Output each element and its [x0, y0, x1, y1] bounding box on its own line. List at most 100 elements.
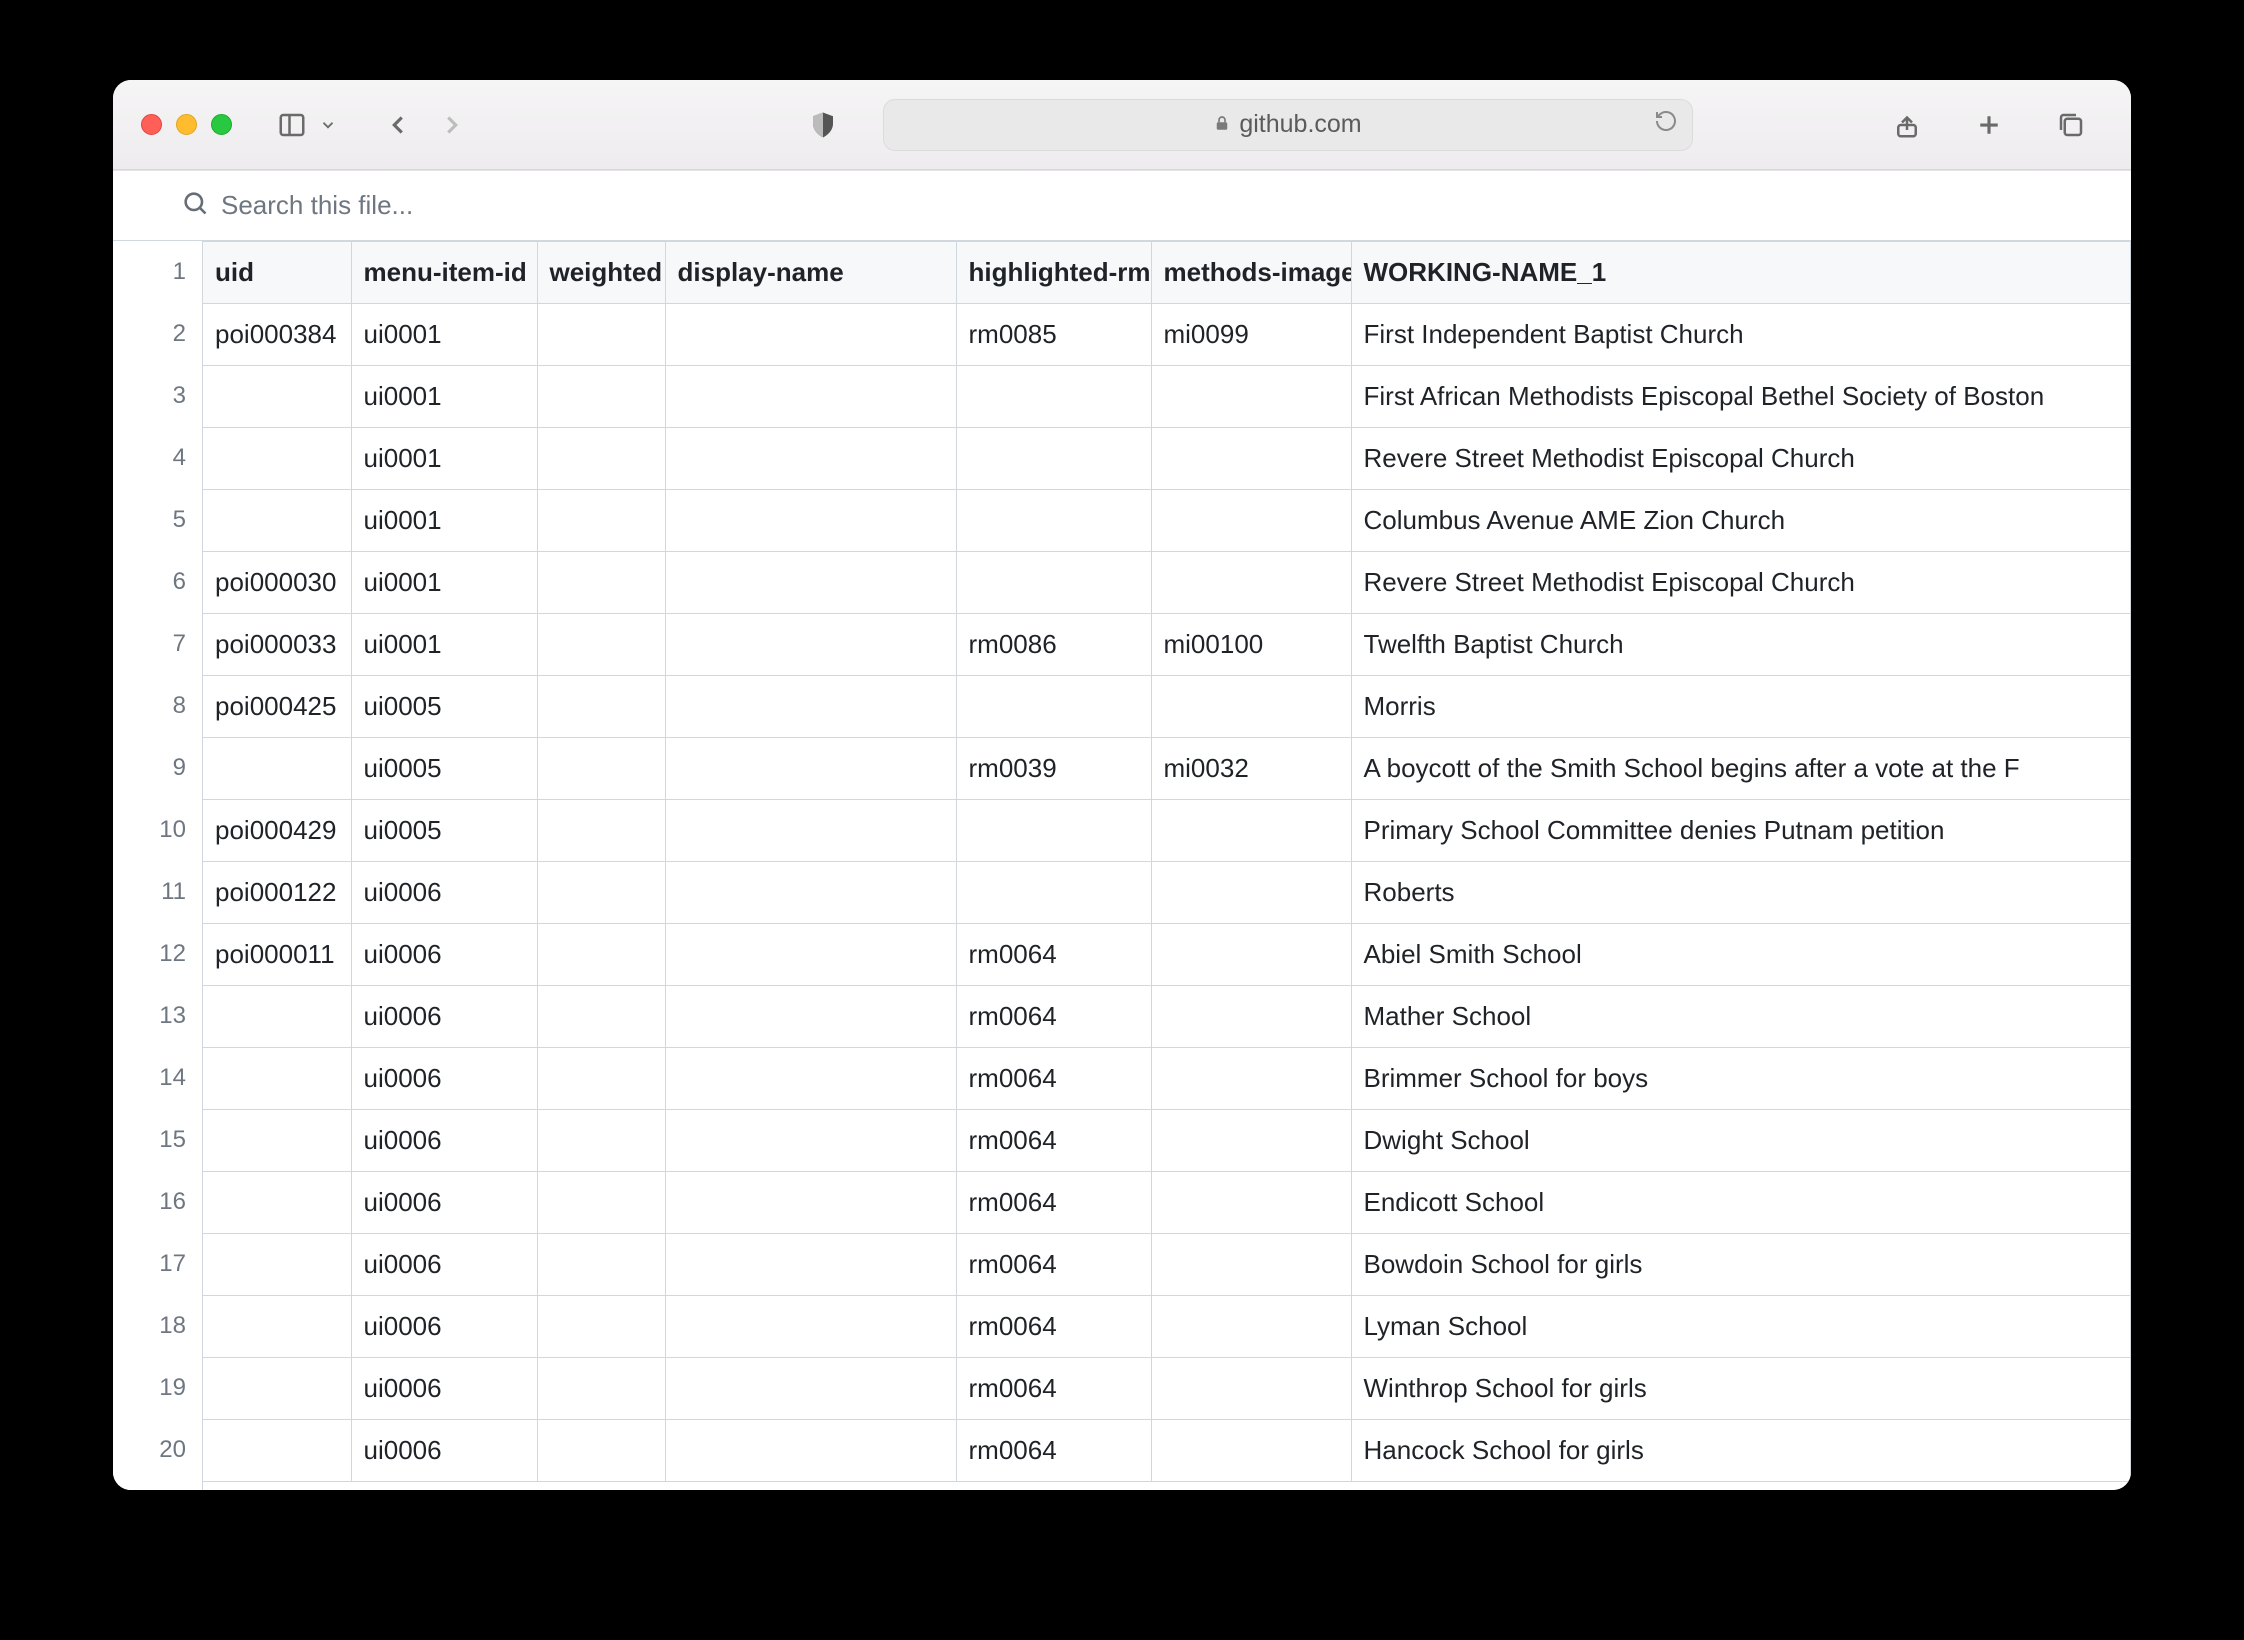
- table-cell[interactable]: [1151, 1048, 1351, 1110]
- table-cell[interactable]: ui0005: [351, 800, 537, 862]
- table-cell[interactable]: [537, 1234, 665, 1296]
- table-cell[interactable]: [203, 1358, 351, 1420]
- line-number[interactable]: 1: [113, 241, 202, 303]
- table-cell[interactable]: rm0064: [956, 1296, 1151, 1358]
- table-cell[interactable]: [537, 304, 665, 366]
- table-cell[interactable]: [956, 490, 1151, 552]
- back-button[interactable]: [376, 103, 420, 147]
- column-header[interactable]: WORKING-NAME_1: [1351, 242, 2131, 304]
- table-cell[interactable]: ui0005: [351, 738, 537, 800]
- table-cell[interactable]: [1151, 1110, 1351, 1172]
- privacy-shield-button[interactable]: [801, 103, 845, 147]
- table-cell[interactable]: [1151, 552, 1351, 614]
- table-cell[interactable]: mi0032: [1151, 738, 1351, 800]
- file-search-input[interactable]: [221, 190, 2131, 221]
- table-cell[interactable]: poi000030: [203, 552, 351, 614]
- table-cell[interactable]: [665, 1048, 956, 1110]
- table-cell[interactable]: rm0064: [956, 1172, 1151, 1234]
- table-cell[interactable]: [537, 800, 665, 862]
- table-cell[interactable]: [203, 1048, 351, 1110]
- table-cell[interactable]: [537, 366, 665, 428]
- table-cell[interactable]: [956, 552, 1151, 614]
- table-cell[interactable]: [537, 1420, 665, 1482]
- table-cell[interactable]: [537, 862, 665, 924]
- table-cell[interactable]: [1151, 428, 1351, 490]
- table-cell[interactable]: ui0006: [351, 986, 537, 1048]
- table-cell[interactable]: Hancock School for girls: [1351, 1420, 2131, 1482]
- table-cell[interactable]: [1151, 986, 1351, 1048]
- line-number[interactable]: 6: [113, 551, 202, 613]
- table-cell[interactable]: rm0064: [956, 924, 1151, 986]
- table-cell[interactable]: [665, 614, 956, 676]
- chevron-down-icon[interactable]: [314, 103, 342, 147]
- table-cell[interactable]: rm0064: [956, 1420, 1151, 1482]
- table-cell[interactable]: poi000384: [203, 304, 351, 366]
- forward-button[interactable]: [430, 103, 474, 147]
- table-cell[interactable]: ui0001: [351, 428, 537, 490]
- table-cell[interactable]: ui0006: [351, 1234, 537, 1296]
- table-cell[interactable]: [203, 1172, 351, 1234]
- table-cell[interactable]: [1151, 862, 1351, 924]
- table-cell[interactable]: ui0001: [351, 552, 537, 614]
- table-cell[interactable]: [1151, 1358, 1351, 1420]
- table-cell[interactable]: [537, 1048, 665, 1110]
- table-cell[interactable]: rm0064: [956, 986, 1151, 1048]
- address-bar[interactable]: github.com: [883, 99, 1693, 151]
- table-cell[interactable]: [203, 1296, 351, 1358]
- table-cell[interactable]: ui0001: [351, 366, 537, 428]
- table-cell[interactable]: rm0064: [956, 1110, 1151, 1172]
- table-cell[interactable]: First African Methodists Episcopal Bethe…: [1351, 366, 2131, 428]
- line-number[interactable]: 3: [113, 365, 202, 427]
- reload-button[interactable]: [1654, 109, 1678, 140]
- table-cell[interactable]: Revere Street Methodist Episcopal Church: [1351, 428, 2131, 490]
- table-cell[interactable]: ui0001: [351, 614, 537, 676]
- table-cell[interactable]: rm0085: [956, 304, 1151, 366]
- table-cell[interactable]: [203, 366, 351, 428]
- table-cell[interactable]: [1151, 1172, 1351, 1234]
- table-cell[interactable]: [203, 986, 351, 1048]
- column-header[interactable]: uid: [203, 242, 351, 304]
- table-cell[interactable]: poi000011: [203, 924, 351, 986]
- line-number[interactable]: 13: [113, 985, 202, 1047]
- table-cell[interactable]: [665, 1358, 956, 1420]
- table-cell[interactable]: [1151, 366, 1351, 428]
- table-cell[interactable]: Revere Street Methodist Episcopal Church: [1351, 552, 2131, 614]
- table-cell[interactable]: [956, 862, 1151, 924]
- table-cell[interactable]: rm0064: [956, 1358, 1151, 1420]
- table-cell[interactable]: [203, 1420, 351, 1482]
- table-cell[interactable]: Bowdoin School for girls: [1351, 1234, 2131, 1296]
- table-cell[interactable]: [665, 1234, 956, 1296]
- column-header[interactable]: weighted: [537, 242, 665, 304]
- line-number[interactable]: 15: [113, 1109, 202, 1171]
- table-cell[interactable]: poi000429: [203, 800, 351, 862]
- line-number[interactable]: 19: [113, 1357, 202, 1419]
- share-button[interactable]: [1885, 103, 1929, 147]
- table-cell[interactable]: [956, 366, 1151, 428]
- table-cell[interactable]: [665, 924, 956, 986]
- table-cell[interactable]: [665, 490, 956, 552]
- table-cell[interactable]: Dwight School: [1351, 1110, 2131, 1172]
- table-cell[interactable]: mi00100: [1151, 614, 1351, 676]
- line-number[interactable]: 10: [113, 799, 202, 861]
- table-cell[interactable]: [1151, 490, 1351, 552]
- minimize-window-button[interactable]: [176, 114, 197, 135]
- table-cell[interactable]: [665, 862, 956, 924]
- table-cell[interactable]: Morris: [1351, 676, 2131, 738]
- tab-overview-button[interactable]: [2049, 103, 2093, 147]
- table-cell[interactable]: [537, 552, 665, 614]
- table-cell[interactable]: [956, 428, 1151, 490]
- table-cell[interactable]: rm0064: [956, 1048, 1151, 1110]
- table-cell[interactable]: [537, 1172, 665, 1234]
- table-cell[interactable]: [203, 490, 351, 552]
- line-number[interactable]: 8: [113, 675, 202, 737]
- table-cell[interactable]: ui0005: [351, 676, 537, 738]
- table-cell[interactable]: ui0001: [351, 490, 537, 552]
- table-cell[interactable]: [665, 986, 956, 1048]
- table-cell[interactable]: [665, 1420, 956, 1482]
- table-cell[interactable]: Primary School Committee denies Putnam p…: [1351, 800, 2131, 862]
- table-cell[interactable]: poi000425: [203, 676, 351, 738]
- column-header[interactable]: display-name: [665, 242, 956, 304]
- line-number[interactable]: 11: [113, 861, 202, 923]
- line-number[interactable]: 4: [113, 427, 202, 489]
- line-number[interactable]: 14: [113, 1047, 202, 1109]
